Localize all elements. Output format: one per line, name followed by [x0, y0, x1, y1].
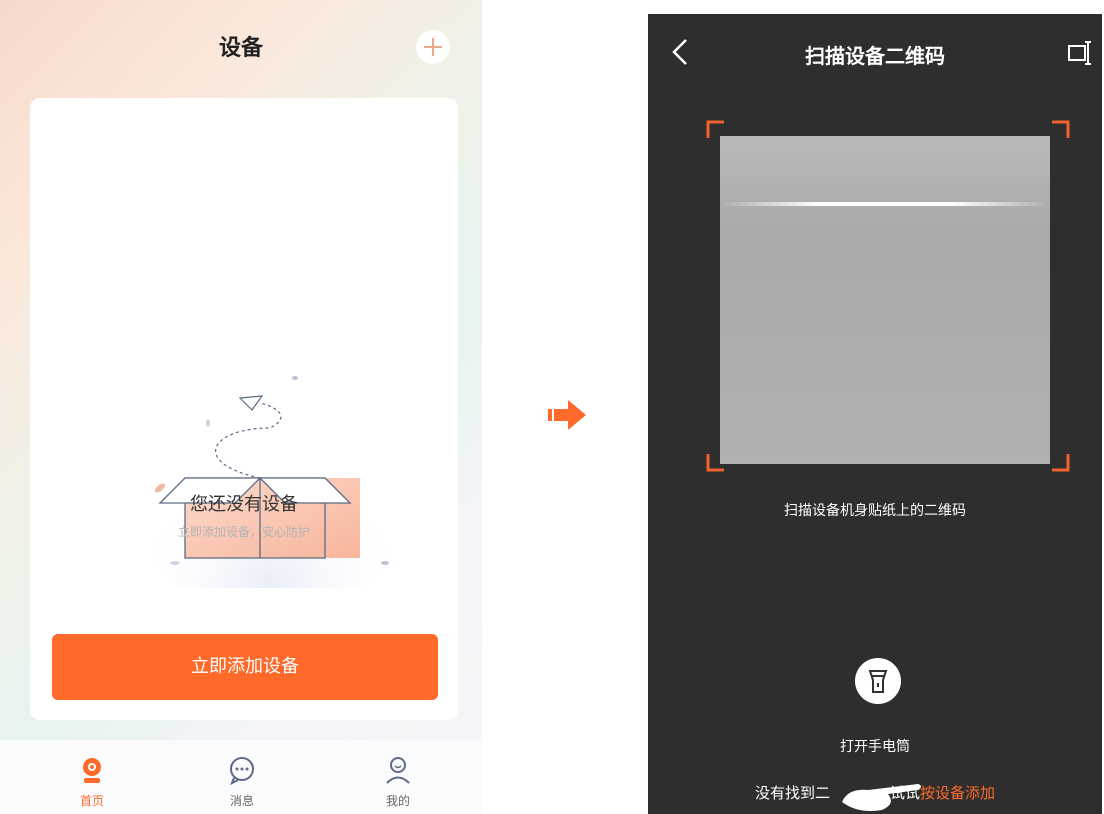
tab-home-label: 首页	[79, 794, 104, 808]
add-device-icon[interactable]	[416, 30, 450, 64]
empty-state-card: 您还没有设备 立即添加设备，安心防护 立即添加设备	[30, 98, 458, 720]
bottom-tab-bar: 首页 消息 我的	[0, 740, 482, 814]
empty-box-illustration	[150, 376, 390, 588]
camera-icon	[83, 758, 101, 783]
tab-home[interactable]: 首页	[52, 740, 132, 814]
not-found-prefix: 没有找到二	[754, 784, 830, 802]
tab-profile[interactable]: 我的	[358, 740, 438, 814]
tab-messages[interactable]: 消息	[202, 740, 282, 814]
camera-viewfinder	[720, 136, 1050, 464]
page-title: 设备	[218, 36, 263, 61]
flashlight-label: 打开手电筒	[840, 739, 910, 755]
device-list-screen: 设备 您还没有设备 立即添加设备，安心防护 立即添加设备 首页 消息 我的	[0, 0, 482, 814]
arrow-right-icon	[548, 400, 586, 430]
page-title: 扫描设备二维码	[805, 44, 945, 68]
flashlight-button[interactable]	[855, 658, 901, 704]
empty-state-subtitle: 立即添加设备，安心防护	[177, 525, 310, 539]
manual-input-icon[interactable]	[1066, 36, 1096, 70]
scan-line	[720, 202, 1050, 206]
tab-profile-label: 我的	[385, 794, 410, 808]
pointing-hand-icon	[842, 784, 921, 811]
scan-qr-screen: 扫描设备二维码 扫描设备机身贴纸上的二维码 打开手电筒 没有找到二 试试按设备添加	[648, 14, 1102, 814]
empty-state-title: 您还没有设备	[190, 494, 298, 515]
flashlight-icon	[868, 670, 888, 693]
add-device-button[interactable]: 立即添加设备	[52, 634, 438, 700]
chat-bubble-icon	[230, 757, 254, 786]
add-by-device-link[interactable]: 按设备添加	[920, 784, 995, 802]
tab-messages-label: 消息	[229, 794, 254, 808]
scan-hint: 扫描设备机身贴纸上的二维码	[784, 503, 966, 519]
user-icon	[386, 757, 410, 784]
